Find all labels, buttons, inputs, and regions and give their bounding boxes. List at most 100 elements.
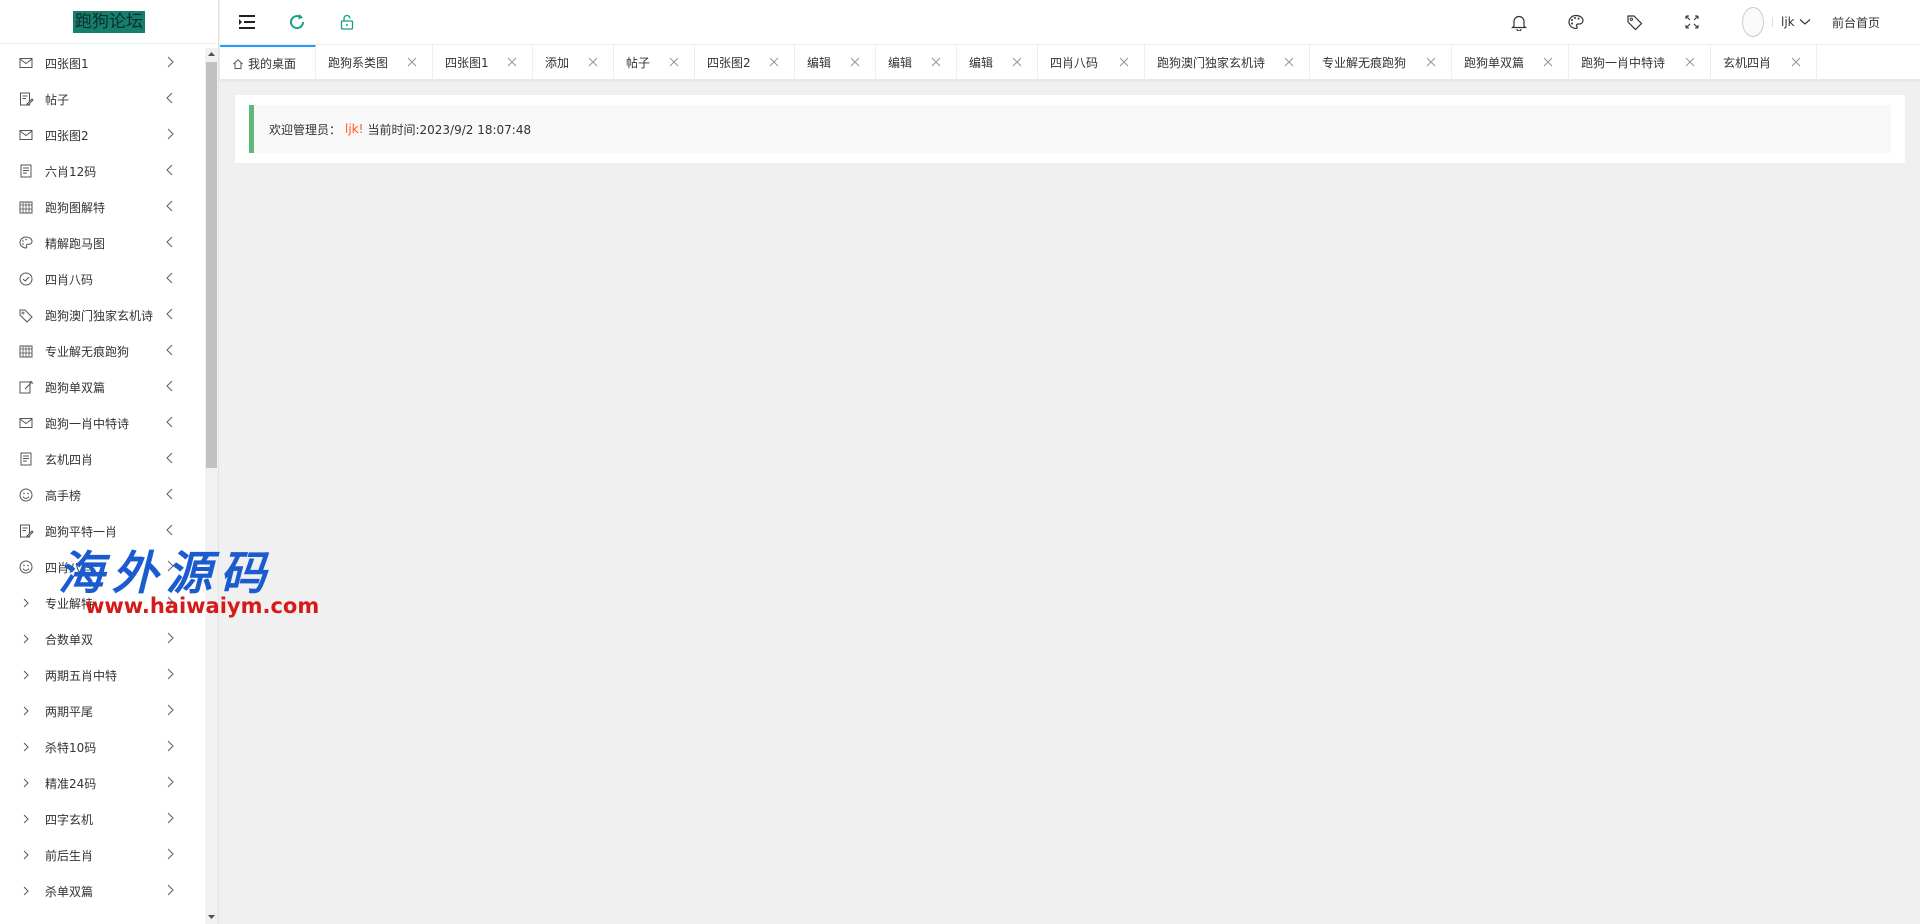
sidebar-item[interactable]: 杀特10码 [0,729,204,765]
tab[interactable]: 编辑 [957,45,1038,80]
lock-icon[interactable] [336,11,358,33]
close-icon[interactable] [768,56,780,68]
sidebar-scrollbar[interactable] [205,48,218,924]
logo-text: 跑狗论坛 [73,10,145,33]
sidebar-item[interactable]: 跑狗澳门独家玄机诗 [0,297,204,333]
sidebar-item[interactable]: 帖子 [0,81,204,117]
chevron-right-icon [163,127,177,141]
close-icon[interactable] [1283,56,1295,68]
tab[interactable]: 编辑 [876,45,957,80]
tab[interactable]: 编辑 [795,45,876,80]
chevron-left-icon [163,235,177,249]
sidebar-item[interactable]: 跑狗一肖中特诗 [0,405,204,441]
sidebar-item-label: 跑狗澳门独家玄机诗 [45,308,154,323]
tab[interactable]: 跑狗澳门独家玄机诗 [1145,45,1310,80]
tab[interactable]: 四张图1 [433,45,533,80]
logo[interactable]: 跑狗论坛 [0,0,218,44]
close-icon[interactable] [1684,56,1696,68]
menu-toggle-icon[interactable] [236,11,258,33]
tab-label: 四张图2 [707,56,751,70]
sidebar-item[interactable]: 杀单双篇 [0,873,204,909]
sidebar-item[interactable]: 玄机四肖 [0,441,204,477]
sidebar-item[interactable]: 跑狗单双篇 [0,369,204,405]
sidebar-item-label: 四张图2 [45,128,89,143]
tab[interactable]: 四肖八码 [1038,45,1145,80]
sidebar-item[interactable]: 高手榜 [0,477,204,513]
close-icon[interactable] [849,56,861,68]
fullscreen-icon[interactable] [1681,11,1703,33]
chevron-left-icon [163,415,177,429]
tab-bar: 我的桌面 跑狗系类图 四张图1 添加 帖子 四张图2 编辑 编辑 编辑 四肖八码 跑狗澳门独家玄机诗… [220,44,1920,80]
close-icon[interactable] [668,56,680,68]
sidebar-item-label: 跑狗一肖中特诗 [45,416,130,431]
close-icon[interactable] [1118,56,1130,68]
tab-home[interactable]: 我的桌面 [220,45,316,80]
chevron-right-icon [18,883,34,899]
sidebar-item[interactable]: 精准24码 [0,765,204,801]
sidebar-item-label: 六肖12码 [45,164,97,179]
sidebar-item[interactable]: 专业解无痕跑狗 [0,333,204,369]
tab[interactable]: 跑狗单双篇 [1452,45,1569,80]
chevron-right-icon [18,811,34,827]
sidebar-item-label: 前后生肖 [45,848,94,863]
sidebar-item[interactable]: 四肖八码 [0,261,204,297]
user-menu[interactable]: ljk [1742,6,1811,38]
close-icon[interactable] [1425,56,1437,68]
sidebar-item[interactable]: 六肖12码 [0,153,204,189]
chevron-right-icon [163,55,177,69]
chevron-right-icon [18,703,34,719]
frontpage-link[interactable]: 前台首页 [1832,14,1880,31]
calendar-grid-icon [18,199,34,215]
bell-icon[interactable] [1508,11,1530,33]
tab[interactable]: 专业解无痕跑狗 [1310,45,1452,80]
mail-icon [18,127,34,143]
sidebar-item-label: 杀特10码 [45,740,97,755]
scrollbar-thumb[interactable] [206,62,217,468]
close-icon[interactable] [1542,56,1554,68]
tab[interactable]: 四张图2 [695,45,795,80]
username: ljk [1781,15,1795,29]
chevron-left-icon [163,523,177,537]
tag-icon[interactable] [1623,11,1645,33]
watermark-url: www.haiwaiym.com [85,594,320,618]
sidebar-item[interactable]: 两期五肖中特 [0,657,204,693]
tab[interactable]: 添加 [533,45,614,80]
palette-icon[interactable] [1565,11,1587,33]
chevron-left-icon [163,379,177,393]
chevron-right-icon [18,667,34,683]
refresh-icon[interactable] [286,11,308,33]
smile-icon [18,487,34,503]
chevron-right-icon [163,631,177,645]
chevron-right-icon [163,703,177,717]
calendar-grid-icon [18,343,34,359]
tab[interactable]: 玄机四肖 [1711,45,1817,80]
tab-label: 四肖八码 [1050,56,1099,70]
current-time: 当前时间:2023/9/2 18:07:48 [367,122,532,137]
sidebar-item[interactable]: 跑狗平特一肖 [0,513,204,549]
sidebar-item[interactable]: 四张图1 [0,45,204,81]
close-icon[interactable] [930,56,942,68]
avatar[interactable] [1742,7,1764,37]
close-icon[interactable] [506,56,518,68]
close-icon[interactable] [587,56,599,68]
sidebar-item-label: 精解跑马图 [45,236,106,251]
sidebar-item[interactable]: 四张图2 [0,117,204,153]
sidebar-item[interactable]: 精解跑马图 [0,225,204,261]
tab-label: 跑狗澳门独家玄机诗 [1157,56,1266,70]
chevron-right-icon [18,775,34,791]
scroll-up-icon[interactable] [207,50,216,59]
close-icon[interactable] [406,56,418,68]
tab[interactable]: 帖子 [614,45,695,80]
tab[interactable]: 跑狗系类图 [316,45,433,80]
close-icon[interactable] [1011,56,1023,68]
sidebar-item[interactable]: 前后生肖 [0,837,204,873]
scroll-down-icon[interactable] [207,912,216,921]
sidebar-item[interactable]: 两期平尾 [0,693,204,729]
sidebar-item[interactable]: 跑狗图解特 [0,189,204,225]
sidebar-item[interactable]: 四字玄机 [0,801,204,837]
tab[interactable]: 跑狗一肖中特诗 [1569,45,1711,80]
chevron-left-icon [163,199,177,213]
sidebar-item[interactable]: 合数单双 [0,621,204,657]
tab-label: 跑狗单双篇 [1464,56,1525,70]
close-icon[interactable] [1790,56,1802,68]
